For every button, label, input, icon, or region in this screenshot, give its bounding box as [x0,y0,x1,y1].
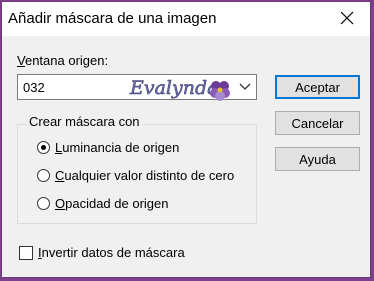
chevron-down-icon[interactable] [238,81,252,93]
invert-mask-checkbox[interactable] [19,245,33,260]
accept-button[interactable]: Aceptar [275,75,360,99]
mask-dialog: Añadir máscara de una imagen Ventana ori… [1,1,371,278]
radio-any-nonzero-button[interactable] [37,168,50,182]
title-bar: Añadir máscara de una imagen [2,2,370,36]
source-window-combobox[interactable]: 032 Evalynda [17,72,257,102]
source-window-label: Ventana origen: [17,53,109,68]
window-title: Añadir máscara de una imagen [8,10,217,27]
invert-mask-checkbox-row[interactable]: Invertir datos de máscara [19,245,185,260]
radio-opacity-button[interactable] [37,196,50,210]
radio-opacity[interactable]: Opacidad de origen [37,194,168,212]
radio-opacity-label: Opacidad de origen [55,195,169,211]
help-button[interactable]: Ayuda [275,147,360,171]
create-mask-group-title: Crear máscara con [26,114,143,129]
radio-luminance[interactable]: Luminancia de origen [37,138,179,156]
close-button[interactable] [324,2,370,36]
watermark-logo: Evalynda [128,72,238,102]
close-icon [340,11,354,28]
invert-mask-label: Invertir datos de máscara [38,245,185,260]
radio-any-nonzero-label: Cualquier valor distinto de cero [55,167,235,183]
radio-luminance-button[interactable] [37,140,50,154]
radio-any-nonzero[interactable]: Cualquier valor distinto de cero [37,166,234,184]
source-window-value: 032 [23,80,45,95]
cancel-button[interactable]: Cancelar [275,111,360,135]
radio-luminance-label: Luminancia de origen [55,139,180,155]
watermark-text: Evalynda [129,77,218,99]
